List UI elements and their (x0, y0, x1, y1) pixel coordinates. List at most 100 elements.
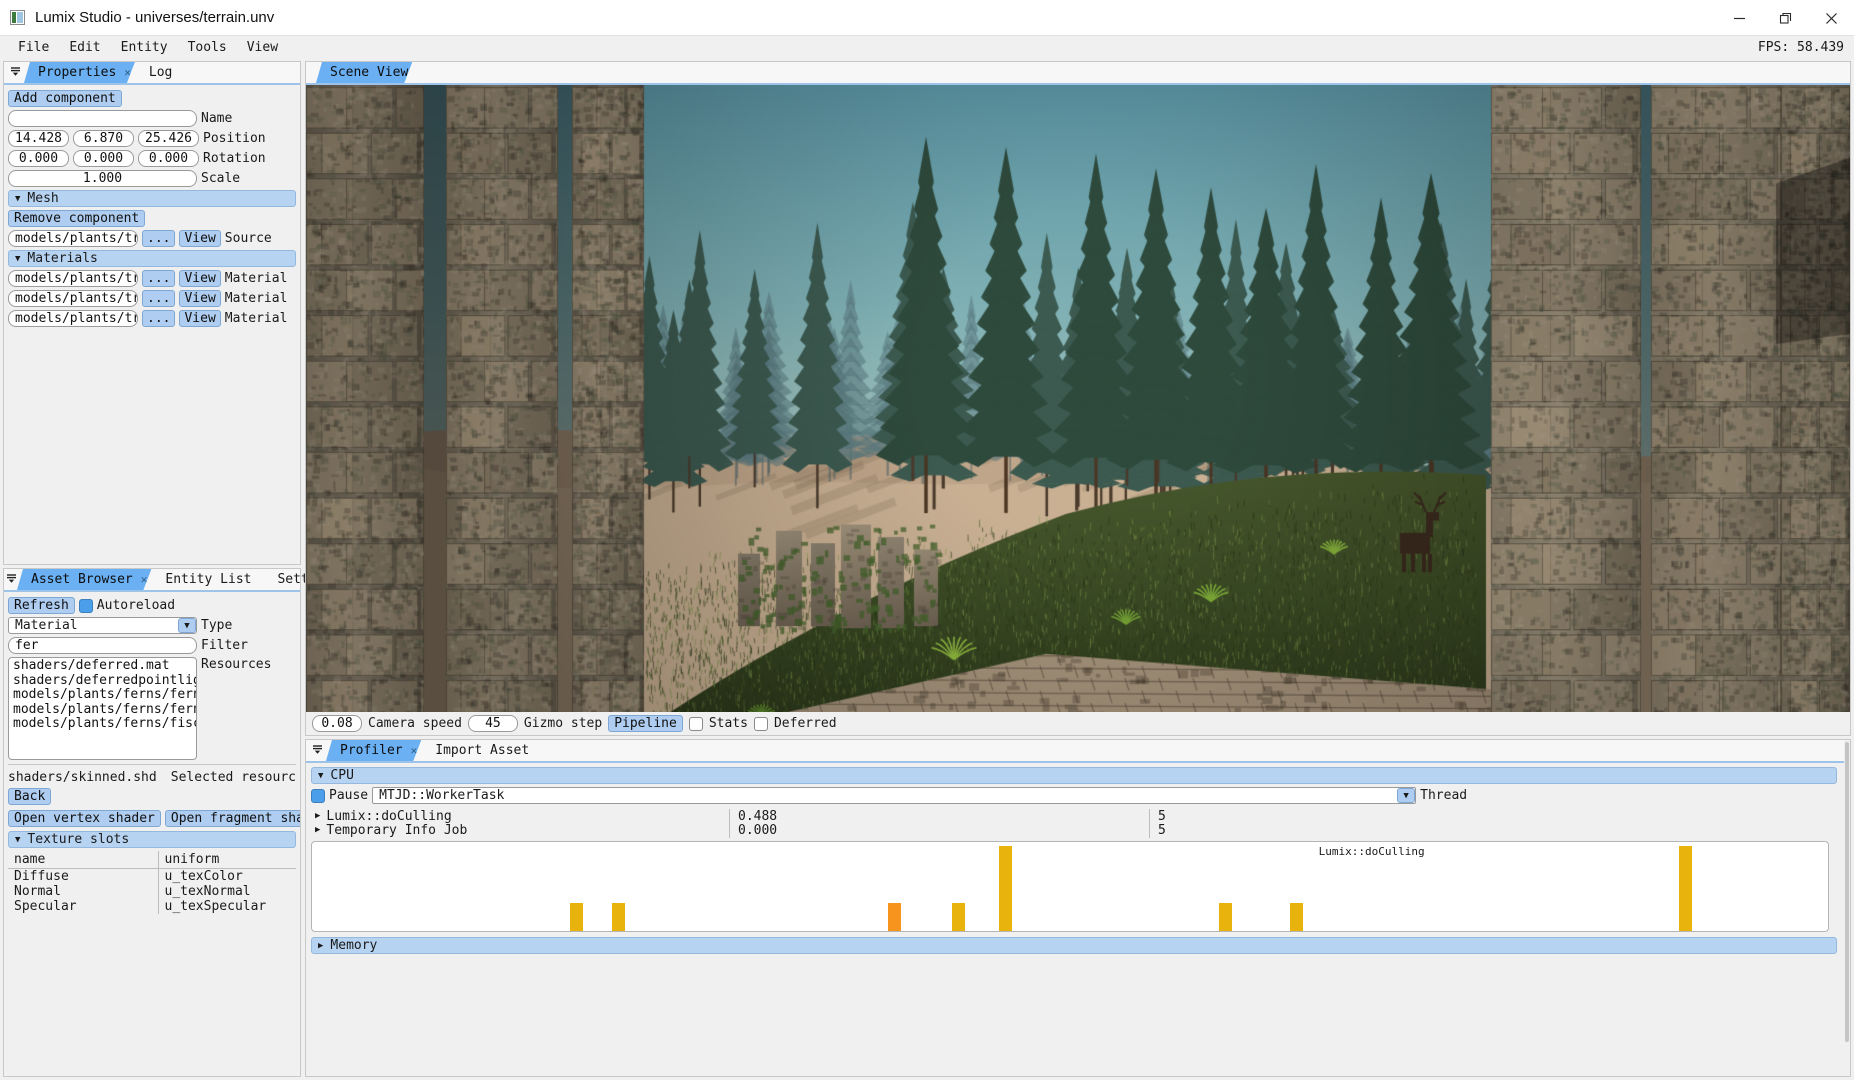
tab-asset-browser[interactable]: Asset Browser ✕ (17, 569, 151, 590)
rotation-row: 0.000 0.000 0.000 Rotation (8, 150, 296, 167)
refresh-button[interactable]: Refresh (8, 597, 75, 614)
camera-speed-input[interactable]: 0.08 (312, 715, 362, 732)
texture-slots-section-header[interactable]: ▼ Texture slots (8, 831, 296, 848)
list-item[interactable]: models/plants/ferns/fern_vert02/te (13, 702, 196, 718)
material-view-button[interactable]: View (179, 310, 221, 327)
profiler-graph-bar[interactable] (951, 902, 965, 931)
chevron-down-icon: ▼ (15, 253, 21, 264)
profiler-row-value: 0.000 (729, 822, 1149, 838)
list-item[interactable]: shaders/deferred.mat (13, 658, 192, 674)
profiler-scrollbar[interactable] (1844, 740, 1850, 1076)
open-vertex-shader-button[interactable]: Open vertex shader (8, 810, 161, 827)
tab-properties[interactable]: Properties ✕ (24, 62, 135, 83)
material-path-input[interactable]: models/plants/trees/so (8, 310, 138, 327)
source-path-input[interactable]: models/plants/trees/so (8, 230, 138, 247)
menu-tools[interactable]: Tools (178, 38, 237, 57)
rotation-x-input[interactable]: 0.000 (8, 150, 69, 167)
close-button[interactable] (1808, 0, 1854, 36)
scene-viewport[interactable] (306, 85, 1850, 735)
cpu-section-label: CPU (330, 768, 354, 783)
fps-counter: FPS: 58.439 (1757, 39, 1844, 55)
menu-edit[interactable]: Edit (59, 38, 110, 57)
chevron-right-icon[interactable]: ▶ (315, 825, 320, 835)
tab-entity-list[interactable]: Entity List (151, 569, 263, 590)
profiler-graph-bar[interactable] (612, 902, 626, 931)
tab-log[interactable]: Log (135, 62, 184, 83)
close-icon[interactable]: ✕ (411, 744, 418, 757)
autoreload-checkbox[interactable] (78, 598, 93, 613)
dock-menu-icon[interactable] (6, 60, 24, 83)
material-path-input[interactable]: models/plants/trees/so (8, 290, 138, 307)
menu-view[interactable]: View (237, 38, 288, 57)
open-fragment-shader-button[interactable]: Open fragment shader (164, 810, 300, 827)
material-view-button[interactable]: View (179, 290, 221, 307)
position-z-input[interactable]: 25.426 (138, 130, 199, 147)
remove-component-button[interactable]: Remove component (8, 210, 146, 227)
profiler-graph-bar[interactable] (1289, 902, 1303, 931)
material-browse-button[interactable]: ... (142, 290, 176, 307)
profiler-graph-bar[interactable] (1218, 902, 1232, 931)
source-view-button[interactable]: View (179, 230, 221, 247)
memory-section-header[interactable]: ▶ Memory (311, 937, 1837, 954)
thread-select[interactable]: MTJD::WorkerTask ▼ (372, 787, 1417, 804)
dock-menu-icon[interactable] (308, 738, 326, 761)
maximize-button[interactable] (1762, 0, 1808, 36)
position-x-input[interactable]: 14.428 (8, 130, 69, 147)
properties-tabstrip: Properties ✕ Log (4, 62, 300, 85)
profiler-graph-bar[interactable] (569, 902, 583, 931)
chevron-down-icon[interactable]: ▼ (178, 618, 196, 633)
pipeline-button[interactable]: Pipeline (608, 715, 683, 732)
resources-list[interactable]: shaders/deferred.mat shaders/deferredpoi… (8, 657, 197, 760)
position-y-input[interactable]: 6.870 (73, 130, 134, 147)
profiler-graph-bar[interactable] (998, 845, 1012, 931)
table-row[interactable]: Normal u_texNormal (8, 884, 296, 899)
material-browse-button[interactable]: ... (142, 310, 176, 327)
profiler-graph[interactable]: Lumix::doCulling (311, 841, 1829, 932)
tab-import-asset[interactable]: Import Asset (421, 740, 541, 761)
profiler-row[interactable]: ▶ Lumix::doCulling 0.488 5 (311, 808, 1845, 824)
profiler-graph-bar[interactable] (1679, 845, 1693, 931)
table-row[interactable]: Diffuse u_texColor (8, 868, 296, 884)
filter-input[interactable]: fer (8, 637, 197, 654)
material-view-button[interactable]: View (179, 270, 221, 287)
profiler-row[interactable]: ▶ Temporary Info Job 0.000 5 (311, 822, 1845, 838)
scrollbar-thumb[interactable] (1845, 742, 1849, 1042)
profiler-row-name: Lumix::doCulling (326, 808, 452, 824)
source-browse-button[interactable]: ... (142, 230, 176, 247)
scale-input[interactable]: 1.000 (8, 170, 197, 187)
camera-speed-label: Camera speed (368, 716, 462, 731)
rotation-y-input[interactable]: 0.000 (73, 150, 134, 167)
gizmo-step-input[interactable]: 45 (467, 715, 518, 732)
type-select[interactable]: Material ▼ (8, 617, 197, 634)
minimize-button[interactable] (1716, 0, 1762, 36)
stats-checkbox[interactable] (688, 716, 703, 731)
tab-profiler[interactable]: Profiler ✕ (326, 740, 421, 761)
chevron-right-icon[interactable]: ▶ (315, 811, 320, 821)
menu-file[interactable]: File (8, 38, 59, 57)
back-button[interactable]: Back (8, 788, 52, 805)
close-icon[interactable]: ✕ (124, 66, 131, 79)
list-item[interactable]: models/plants/ferns/fiscus/fiscus0 (13, 716, 196, 732)
profiler-row-count: 5 (1149, 822, 1269, 838)
profiler-graph-bar[interactable] (888, 902, 902, 931)
chevron-down-icon[interactable]: ▼ (1397, 788, 1416, 803)
menu-entity[interactable]: Entity (111, 38, 178, 57)
table-row[interactable]: Specular u_texSpecular (8, 899, 296, 914)
refresh-row: Refresh Autoreload (8, 597, 296, 614)
pause-checkbox[interactable] (311, 788, 325, 803)
list-item[interactable]: shaders/deferredpointlight.mat (13, 673, 196, 689)
name-input[interactable] (8, 110, 197, 127)
cpu-section-header[interactable]: ▼ CPU (311, 767, 1837, 784)
material-browse-button[interactable]: ... (142, 270, 176, 287)
deferred-checkbox[interactable] (753, 716, 768, 731)
tab-scene-view[interactable]: Scene View (316, 62, 412, 83)
close-icon[interactable]: ✕ (141, 573, 148, 586)
add-component-button[interactable]: Add component (8, 90, 122, 107)
list-item[interactable]: models/plants/ferns/fern_vert01/fe (13, 687, 196, 703)
materials-section-header[interactable]: ▼ Materials (8, 250, 296, 267)
material-path-input[interactable]: models/plants/trees/so (8, 270, 138, 287)
rotation-z-input[interactable]: 0.000 (138, 150, 199, 167)
dock-menu-icon[interactable] (6, 567, 17, 590)
thread-select-value: MTJD::WorkerTask (379, 788, 505, 803)
mesh-section-header[interactable]: ▼ Mesh (8, 190, 296, 207)
